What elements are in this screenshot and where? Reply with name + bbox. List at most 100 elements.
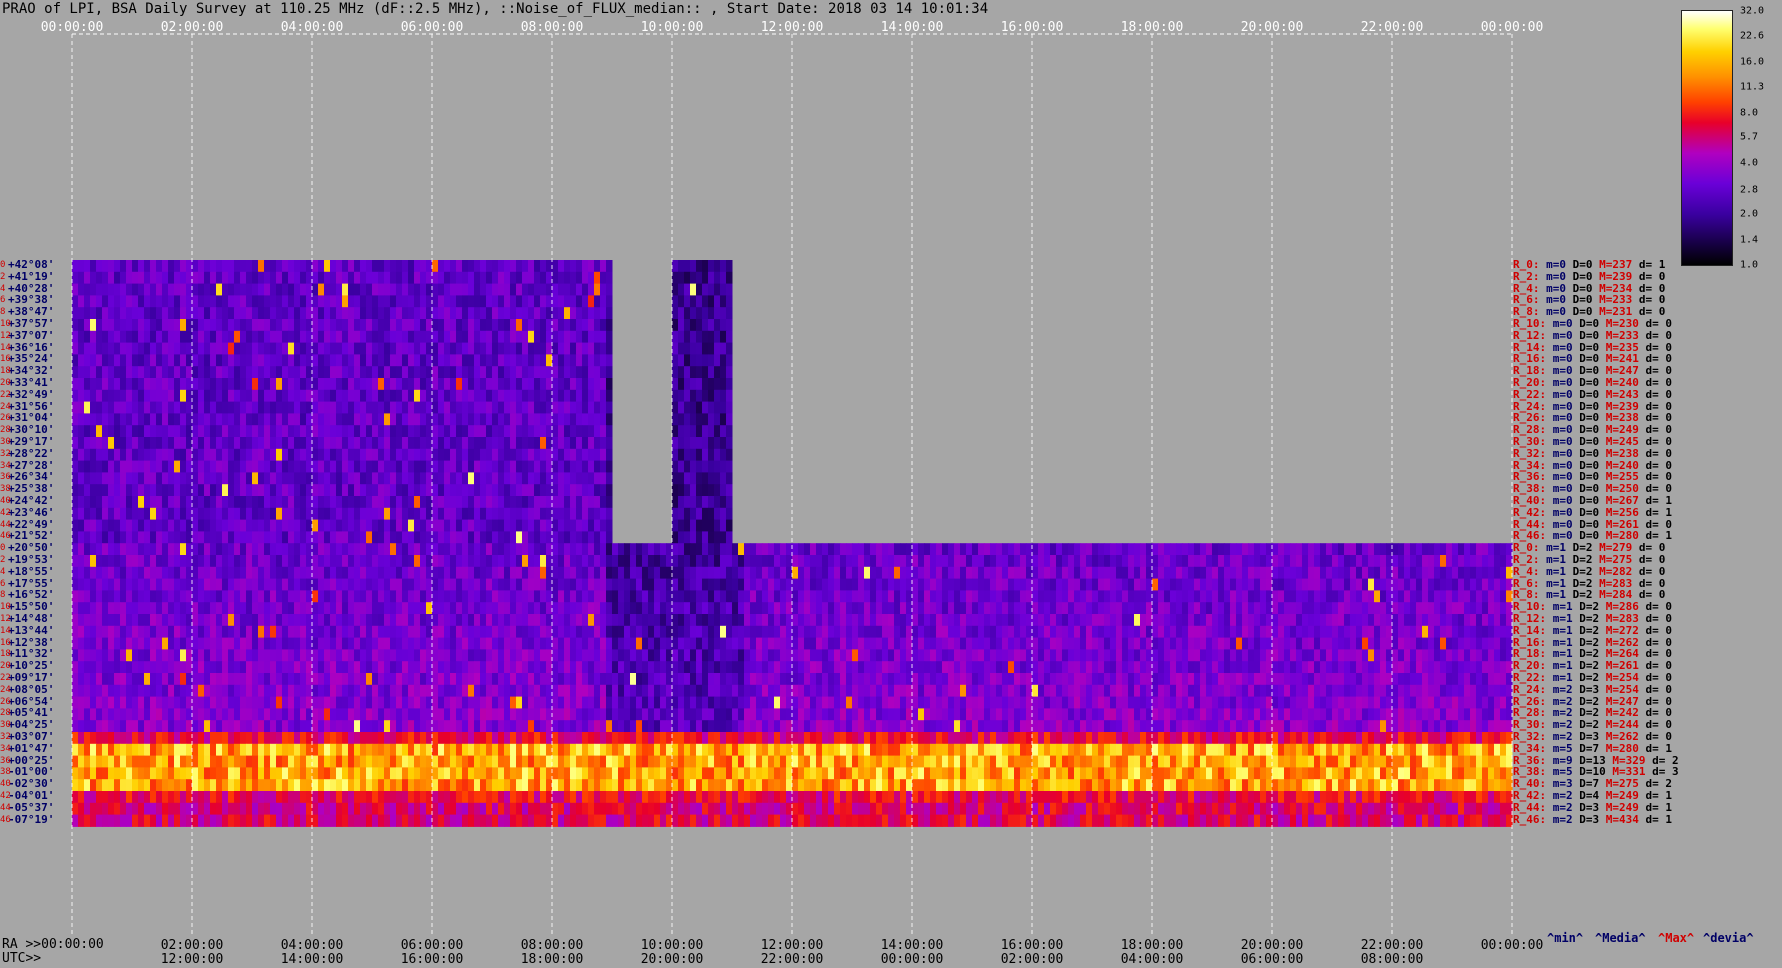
heatmap-cell [954, 625, 961, 639]
heatmap-cell [96, 555, 103, 568]
heatmap-cell [360, 507, 367, 521]
heatmap-cell [126, 354, 133, 367]
heatmap-cell [774, 637, 781, 650]
heatmap-cell [624, 590, 631, 603]
heatmap-cell [120, 590, 127, 603]
heatmap-cell [504, 448, 511, 462]
heatmap-cell [1254, 649, 1261, 662]
heatmap-cell [1050, 566, 1057, 580]
heatmap-cell [1098, 555, 1105, 568]
heatmap-cell [300, 366, 307, 379]
heatmap-cell [1404, 590, 1411, 603]
heatmap-cell [462, 496, 469, 509]
heatmap-cell [276, 342, 283, 355]
heatmap-cell [342, 437, 349, 450]
heatmap-cell [144, 460, 151, 473]
heatmap-cell [588, 413, 595, 426]
heatmap-cell [552, 354, 559, 367]
heatmap-cell [1446, 543, 1453, 556]
heatmap-cell [984, 602, 991, 615]
heatmap-cell [210, 401, 217, 414]
heatmap-cell [312, 555, 319, 568]
heatmap-cell [1374, 602, 1381, 615]
heatmap-cell [552, 649, 559, 662]
heatmap-cell [558, 519, 565, 532]
heatmap-cell [516, 330, 523, 344]
heatmap-cell [258, 637, 265, 650]
heatmap-cell [228, 260, 235, 273]
heatmap-cell [438, 590, 445, 603]
heatmap-cell [564, 342, 571, 355]
heatmap-cell [384, 637, 391, 650]
heatmap-cell [1038, 602, 1045, 615]
heatmap-cell [270, 614, 277, 627]
heatmap-cell [402, 425, 409, 438]
heatmap-cell [1470, 649, 1477, 662]
heatmap-cell [342, 307, 349, 320]
heatmap-cell [1224, 614, 1231, 627]
heatmap-cell [408, 378, 415, 391]
heatmap-cell [540, 590, 547, 603]
heatmap-cell [408, 413, 415, 426]
heatmap-cell [228, 578, 235, 591]
heatmap-cell [894, 555, 901, 568]
heatmap-cell [702, 519, 709, 532]
heatmap-cell [1182, 602, 1189, 615]
heatmap-cell [552, 342, 559, 355]
heatmap-cell [816, 614, 823, 627]
heatmap-cell [726, 330, 733, 344]
heatmap-cell [714, 543, 721, 556]
heatmap-cell [1062, 566, 1069, 580]
heatmap-cell [168, 378, 175, 391]
heatmap-cell [978, 578, 985, 591]
heatmap-cell [930, 566, 937, 580]
heatmap-cell [624, 578, 631, 591]
heatmap-cell [366, 496, 373, 509]
heatmap-cell [312, 260, 319, 273]
heatmap-cell [432, 260, 439, 273]
heatmap-cell [1218, 566, 1225, 580]
heatmap-cell [240, 661, 247, 674]
heatmap-cell [1098, 614, 1105, 627]
heatmap-cell [1212, 649, 1219, 662]
heatmap-cell [1212, 625, 1219, 639]
heatmap-cell [678, 614, 685, 627]
heatmap-cell [444, 637, 451, 650]
heatmap-cell [72, 614, 79, 627]
heatmap-cell [288, 531, 295, 544]
heatmap-cell [516, 354, 523, 367]
heatmap-cell [396, 413, 403, 426]
heatmap-cell [606, 496, 613, 509]
heatmap-cell [678, 260, 685, 273]
heatmap-cell [762, 578, 769, 591]
heatmap-cell [600, 307, 607, 320]
heatmap-cell [456, 271, 463, 285]
heatmap-cell [1278, 614, 1285, 627]
heatmap-cell [90, 472, 97, 485]
heatmap-cell [936, 637, 943, 650]
heatmap-cell [570, 543, 577, 556]
heatmap-cell [150, 330, 157, 344]
heatmap-cell [300, 625, 307, 639]
heatmap-cell [324, 602, 331, 615]
heatmap-cell [918, 649, 925, 662]
heatmap-cell [240, 425, 247, 438]
heatmap-cell [672, 283, 679, 296]
heatmap-cell [90, 271, 97, 285]
heatmap-cell [126, 507, 133, 521]
heatmap-cell [936, 590, 943, 603]
heatmap-cell [696, 389, 703, 403]
heatmap-cell [312, 578, 319, 591]
heatmap-cell [90, 602, 97, 615]
heatmap-cell [126, 425, 133, 438]
heatmap-cell [354, 460, 361, 473]
heatmap-cell [1044, 625, 1051, 639]
heatmap-cell [618, 649, 625, 662]
heatmap-cell [720, 614, 727, 627]
heatmap-cell [342, 590, 349, 603]
heatmap-cell [78, 389, 85, 403]
heatmap-cell [258, 295, 265, 308]
heatmap-cell [1476, 649, 1483, 662]
heatmap-cell [456, 448, 463, 462]
heatmap-cell [822, 590, 829, 603]
